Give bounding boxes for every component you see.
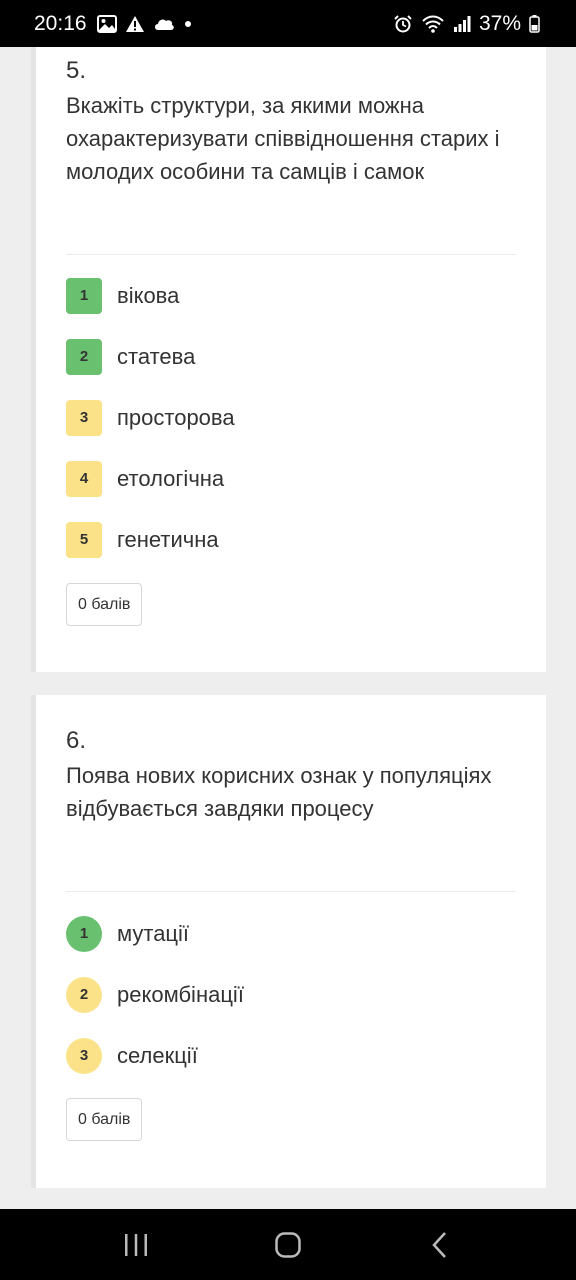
back-icon[interactable]	[410, 1215, 470, 1275]
divider	[66, 891, 516, 892]
answer-option[interactable]: 5 генетична	[66, 509, 516, 570]
answer-list: 1 мутації 2 рекомбінації 3 селекції	[66, 903, 516, 1086]
answer-list: 1 вікова 2 статева 3 просторова 4 етолог…	[66, 265, 516, 570]
answer-option[interactable]: 3 селекції	[66, 1025, 516, 1086]
image-icon	[96, 14, 117, 33]
question-header: 6. Поява нових корисних ознак у популяці…	[66, 727, 516, 825]
question-card: 6. Поява нових корисних ознак у популяці…	[31, 695, 546, 1188]
answer-option[interactable]: 3 просторова	[66, 387, 516, 448]
answer-index-badge: 2	[66, 976, 102, 1013]
recent-apps-icon[interactable]	[106, 1215, 166, 1275]
question-card: 5. Вкажіть структури, за якими можна оха…	[31, 47, 546, 672]
question-header: 5. Вкажіть структури, за якими можна оха…	[66, 57, 516, 188]
answer-label: селекції	[117, 1042, 198, 1068]
score-badge[interactable]: 0 балів	[66, 583, 143, 626]
battery-percent: 37%	[478, 11, 521, 35]
answer-option[interactable]: 2 статева	[66, 326, 516, 387]
dot-icon	[183, 19, 193, 29]
answer-index-badge: 5	[66, 521, 102, 558]
wifi-icon	[421, 15, 445, 33]
question-number: 5.	[66, 57, 87, 84]
home-icon[interactable]	[258, 1215, 318, 1275]
answer-index-badge: 2	[66, 338, 102, 375]
answer-label: мутації	[117, 920, 190, 946]
answer-option[interactable]: 1 мутації	[66, 903, 516, 964]
status-time: 20:16	[34, 11, 87, 35]
divider	[66, 254, 516, 255]
warning-icon	[125, 15, 145, 33]
signal-icon	[453, 15, 471, 33]
answer-option[interactable]: 2 рекомбінації	[66, 964, 516, 1025]
answer-label: етологічна	[117, 465, 225, 491]
answer-index-badge: 1	[66, 915, 102, 952]
cloud-icon	[153, 17, 175, 31]
answer-label: рекомбінації	[117, 981, 244, 1007]
status-bar: 20:16 37%	[0, 0, 576, 47]
answer-label: вікова	[117, 282, 180, 308]
answer-option[interactable]: 4 етологічна	[66, 448, 516, 509]
answer-index-badge: 3	[66, 1037, 102, 1074]
answer-index-badge: 4	[66, 460, 102, 497]
navigation-bar	[0, 1209, 576, 1280]
answer-label: просторова	[117, 404, 235, 430]
question-number: 6.	[66, 727, 87, 754]
question-text: Поява нових корисних ознак у популяціях …	[66, 763, 492, 821]
answer-index-badge: 1	[66, 277, 102, 314]
answer-option[interactable]: 1 вікова	[66, 265, 516, 326]
answer-label: генетична	[117, 526, 219, 552]
question-text: Вкажіть структури, за якими можна охарак…	[66, 93, 500, 184]
alarm-icon	[393, 14, 413, 34]
answer-label: статева	[117, 343, 196, 369]
answer-index-badge: 3	[66, 399, 102, 436]
score-badge[interactable]: 0 балів	[66, 1098, 143, 1141]
battery-icon	[529, 14, 540, 33]
